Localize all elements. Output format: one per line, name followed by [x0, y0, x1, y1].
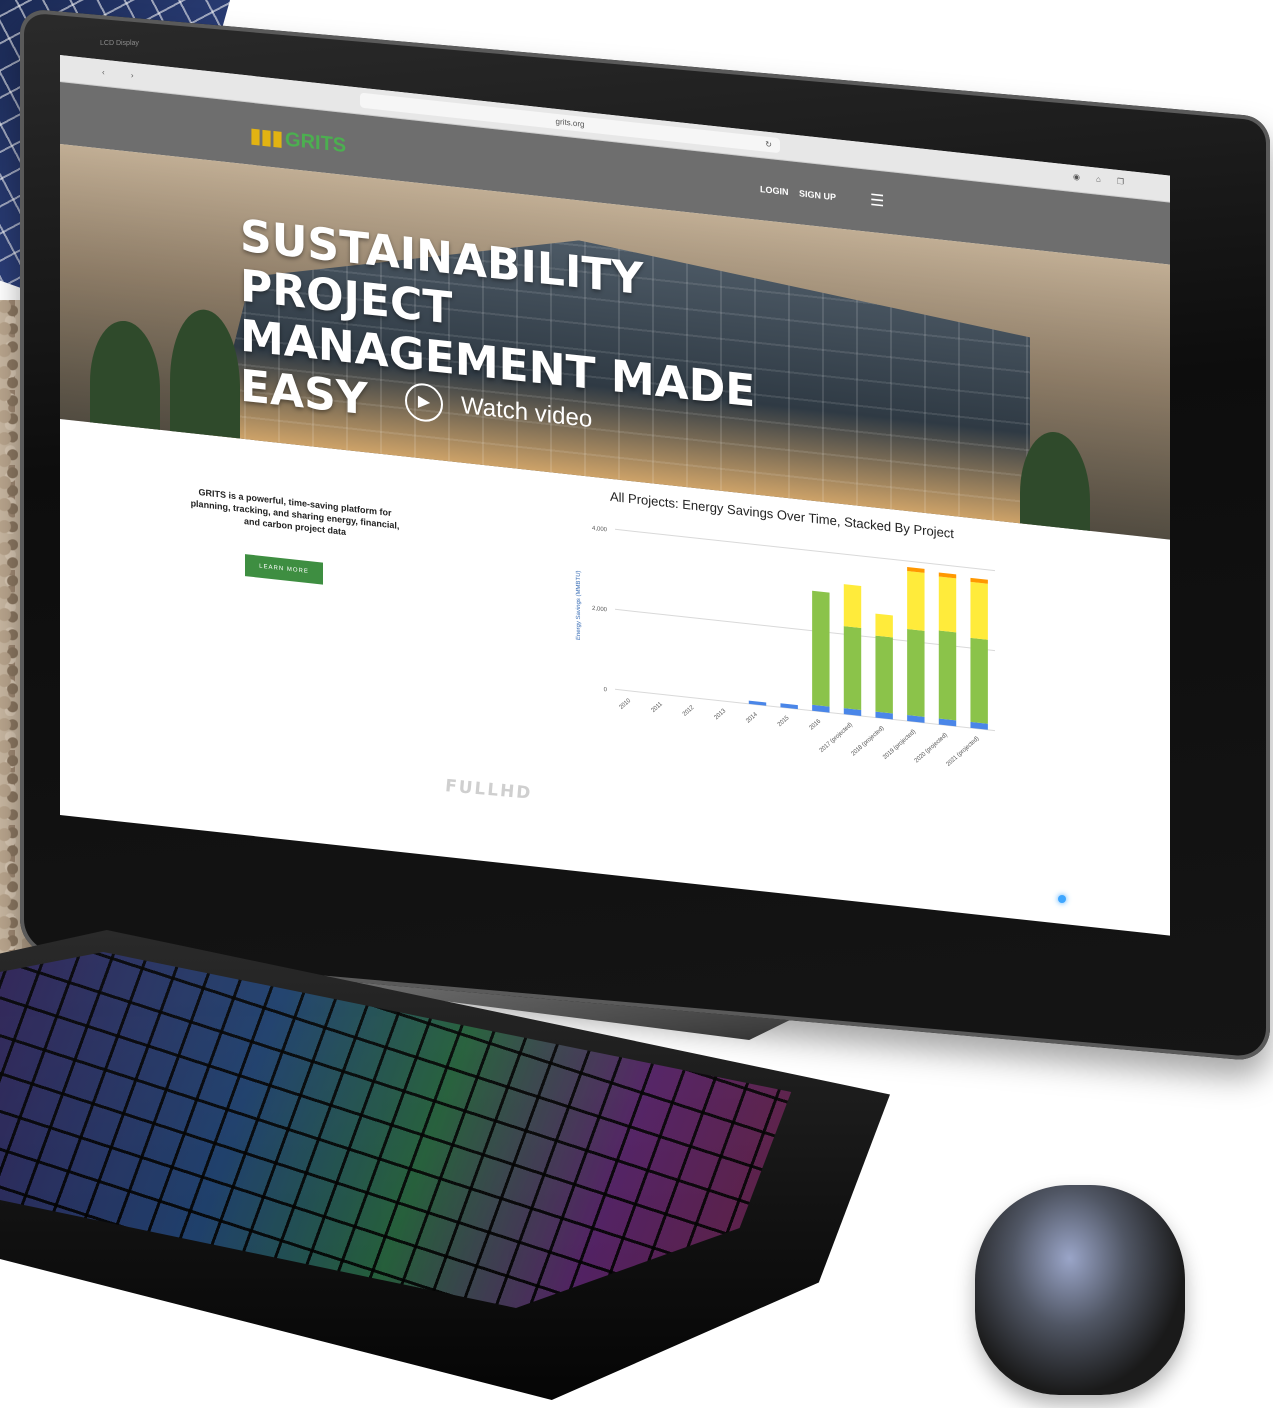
chart-bar: [812, 590, 830, 707]
mouse: [975, 1185, 1185, 1395]
chart-bar: [875, 613, 893, 638]
chart-bar: [843, 584, 862, 629]
login-link[interactable]: LOGIN: [760, 184, 789, 197]
monitor-screen: ‹ › grits.org ↻ ◉⌂❐ ▮▮▮ GRITS LOGIN SIGN …: [60, 55, 1170, 936]
hamburger-icon[interactable]: ☰: [870, 190, 884, 212]
y-axis-label: Energy Savings (MMBTU): [576, 570, 582, 640]
x-tick-label: 2014: [745, 711, 759, 724]
monitor-label: LCD Display: [100, 40, 139, 47]
energy-savings-chart: All Projects: Energy Savings Over Time, …: [560, 473, 1010, 852]
chart-bar: [938, 630, 957, 721]
logo-text: GRITS: [285, 128, 347, 158]
x-tick-label: 2020 (projected): [914, 732, 949, 764]
chart-bar: [907, 629, 925, 717]
y-tick-label: 2,000: [592, 606, 608, 614]
gridline: [615, 608, 995, 652]
reload-icon[interactable]: ↻: [765, 137, 772, 153]
x-tick-label: 2013: [714, 708, 728, 721]
tree-graphic: [1020, 428, 1090, 540]
x-tick-label: 2015: [777, 715, 791, 728]
x-tick-label: 2016: [809, 718, 823, 731]
browser-tool-icons[interactable]: ◉⌂❐: [1073, 172, 1140, 188]
x-tick-label: 2017 (projected): [819, 722, 854, 754]
chart-bar: [843, 626, 862, 711]
chart-bar: [970, 581, 988, 640]
x-tick-label: 2018 (projected): [851, 725, 886, 757]
learn-more-button[interactable]: LEARN MORE: [245, 554, 323, 585]
chart-bar: [907, 571, 925, 631]
x-tick-label: 2019 (projected): [882, 729, 917, 761]
chart-bar: [970, 637, 988, 724]
address-bar-url: grits.org: [555, 116, 585, 129]
gridline: [615, 528, 995, 572]
x-tick-label: 2021 (projected): [946, 736, 981, 768]
chart-bar: [875, 635, 893, 714]
x-tick-label: 2012: [682, 704, 696, 717]
intro-text: GRITS is a powerful, time-saving platfor…: [190, 487, 400, 538]
chart-bar: [938, 576, 957, 633]
power-indicator-icon: [1058, 895, 1066, 903]
signup-link[interactable]: SIGN UP: [799, 188, 836, 202]
play-icon: ▶: [405, 381, 443, 424]
y-tick-label: 4,000: [592, 526, 608, 534]
x-tick-label: 2010: [619, 697, 633, 710]
bar-chart-icon: ▮▮▮: [250, 124, 284, 151]
gridline: [615, 688, 995, 732]
grits-logo[interactable]: ▮▮▮ GRITS: [250, 123, 346, 158]
x-tick-label: 2011: [651, 701, 665, 714]
y-tick-label: 0: [604, 687, 608, 693]
chart-canvas: 4,000 2,000 0 Energy Savings (MMBTU) 2010 201…: [576, 526, 995, 768]
browser-nav-buttons[interactable]: ‹ ›: [102, 68, 146, 82]
header-links: LOGIN SIGN UP: [760, 184, 844, 203]
